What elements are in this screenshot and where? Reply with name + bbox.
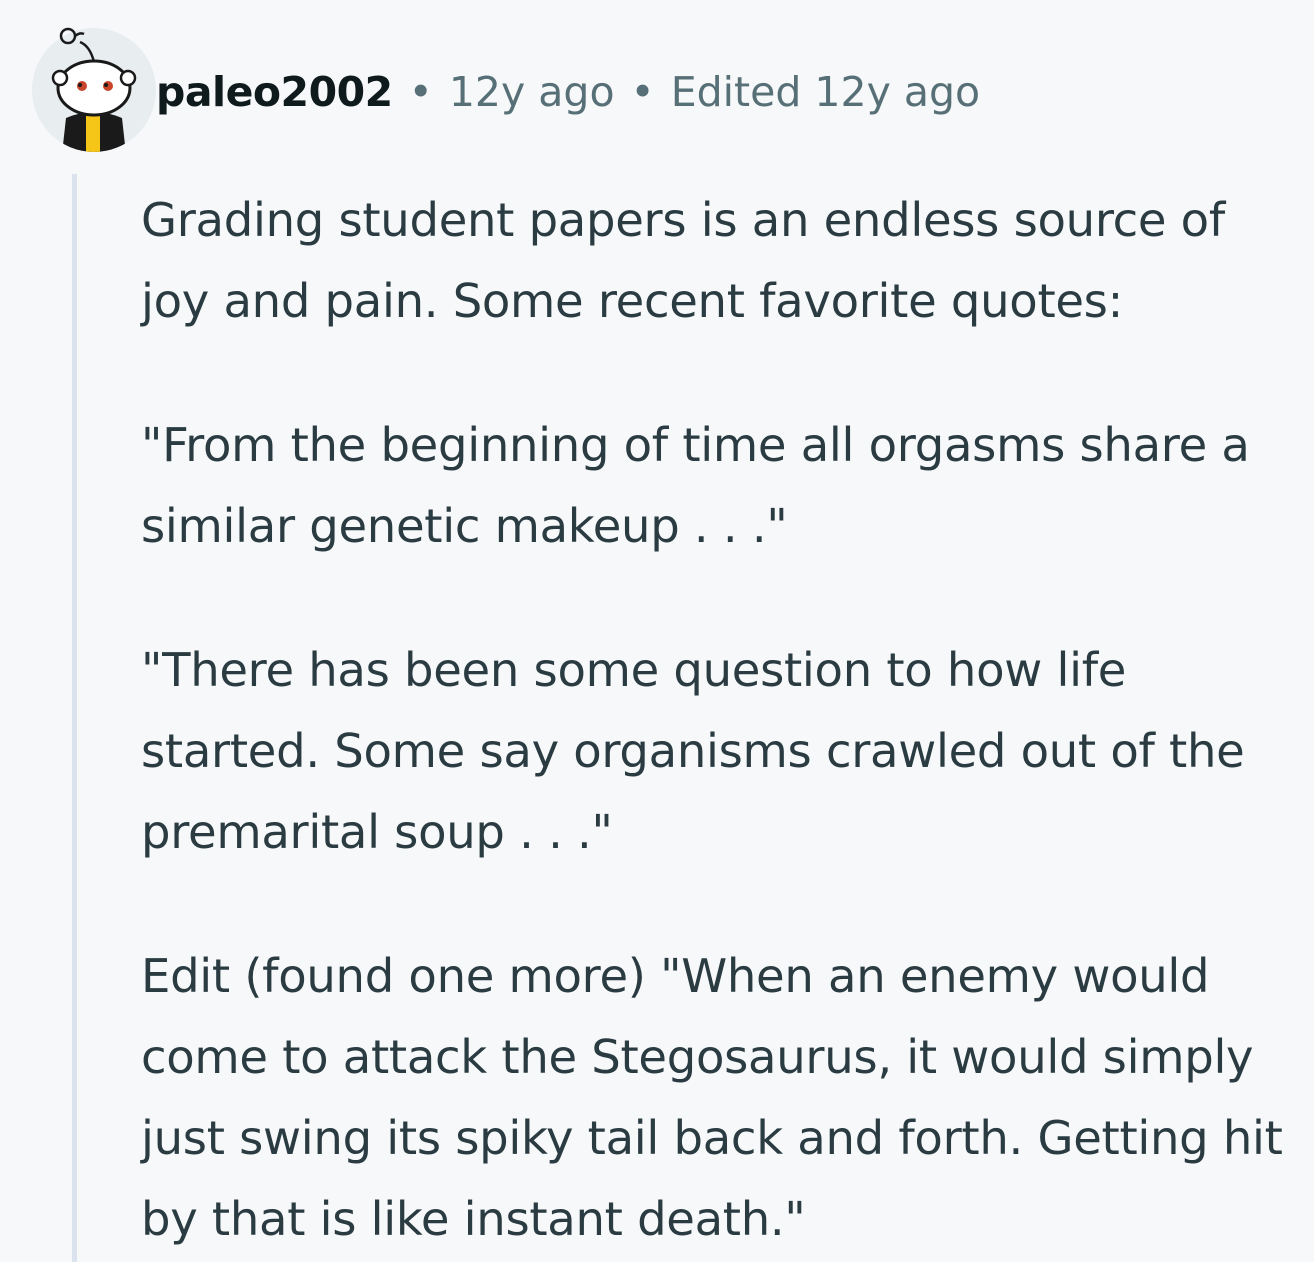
meta-separator: • — [630, 68, 655, 116]
thread-collapse-line[interactable] — [72, 174, 77, 1262]
meta-separator: • — [408, 68, 433, 116]
comment-paragraph: "From the beginning of time all orgasms … — [141, 418, 1250, 553]
comment-paragraph: Grading student papers is an endless sou… — [141, 193, 1225, 328]
comment-header: paleo2002 • 12y ago • Edited 12y ago — [156, 62, 980, 122]
timestamp[interactable]: 12y ago — [449, 62, 615, 122]
comment: paleo2002 • 12y ago • Edited 12y ago Gra… — [0, 0, 1314, 1262]
comment-body: Grading student papers is an endless sou… — [141, 180, 1306, 1262]
username-link[interactable]: paleo2002 — [156, 62, 393, 122]
edited-timestamp: Edited 12y ago — [670, 68, 981, 116]
comment-paragraph: "There has been some question to how lif… — [141, 643, 1245, 859]
user-avatar-icon[interactable] — [28, 22, 160, 154]
comment-paragraph: Edit (found one more) "When an enemy wou… — [141, 949, 1283, 1246]
